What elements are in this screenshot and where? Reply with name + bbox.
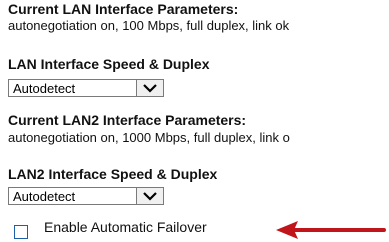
lan-params-value: autonegotiation on, 100 Mbps, full duple…	[8, 18, 290, 33]
lan-params-heading: Current LAN Interface Parameters:	[8, 1, 239, 17]
lan-speed-heading: LAN Interface Speed & Duplex	[8, 56, 210, 72]
chevron-down-icon	[143, 84, 157, 93]
automatic-failover-label[interactable]: Enable Automatic Failover	[44, 219, 207, 236]
automatic-failover-checkbox[interactable]	[14, 225, 28, 239]
lan2-speed-selected-value: Autodetect	[13, 189, 76, 204]
lan-speed-selected-value: Autodetect	[13, 81, 76, 96]
arrow-left-icon	[276, 221, 386, 239]
lan2-params-heading: Current LAN2 Interface Parameters:	[8, 112, 247, 128]
lan-speed-dropdown-button[interactable]	[136, 79, 164, 97]
lan2-speed-dropdown-button[interactable]	[136, 187, 164, 205]
lan2-params-value: autonegotiation on, 1000 Mbps, full dupl…	[8, 130, 290, 145]
lan2-speed-heading: LAN2 Interface Speed & Duplex	[8, 166, 218, 182]
chevron-down-icon	[143, 192, 157, 201]
lan2-speed-select[interactable]: Autodetect	[8, 187, 164, 205]
lan-speed-select[interactable]: Autodetect	[8, 79, 164, 97]
